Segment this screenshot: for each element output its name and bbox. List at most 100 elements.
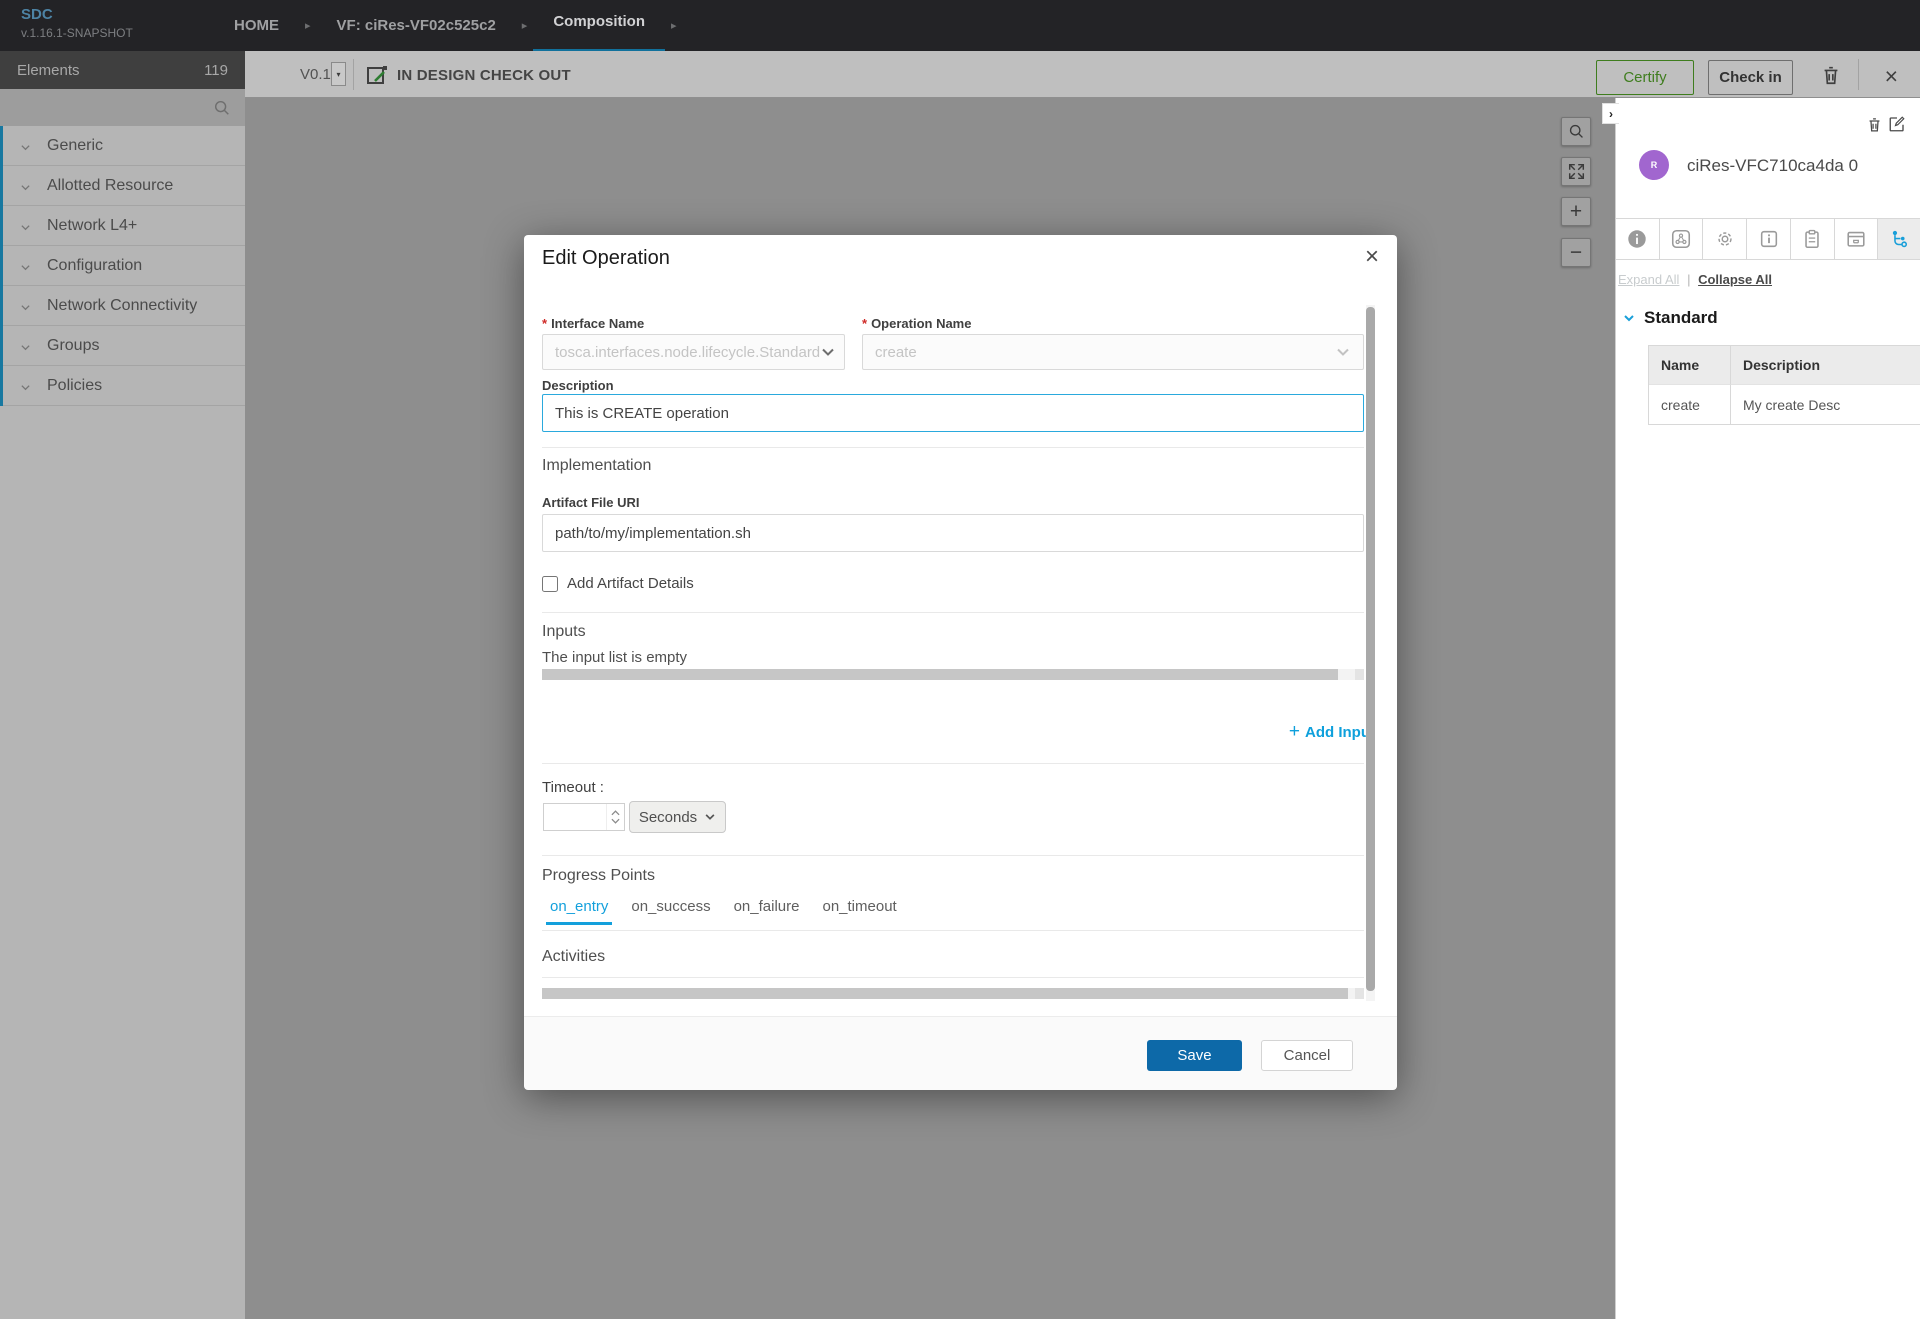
panel-tab-bar — [1616, 218, 1920, 260]
scrollbar-thumb[interactable] — [1366, 307, 1375, 991]
sidebar-accent-stripe — [0, 126, 3, 406]
app-header: SDC v.1.16.1-SNAPSHOT HOME ▸ VF: ciRes-V… — [0, 0, 1920, 51]
elements-count-badge: 119 — [204, 62, 228, 79]
tab-information-icon[interactable] — [1747, 219, 1791, 259]
add-artifact-details-label: Add Artifact Details — [567, 575, 694, 592]
certify-button[interactable]: Certify — [1596, 60, 1694, 95]
breadcrumb-composition[interactable]: Composition — [533, 0, 665, 53]
operation-name-select[interactable]: create — [862, 334, 1364, 370]
chevron-down-icon — [1335, 344, 1351, 360]
modal-close-icon[interactable]: × — [1365, 243, 1379, 271]
modal-vertical-scrollbar — [1366, 305, 1375, 1001]
chevron-down-icon — [20, 140, 31, 151]
divider — [542, 447, 1364, 448]
tab-settings-icon[interactable] — [1703, 219, 1747, 259]
panel-collapse-icon[interactable]: › — [1602, 103, 1619, 124]
component-delete-icon[interactable] — [1866, 116, 1883, 133]
modal-title: Edit Operation — [542, 247, 670, 270]
chevron-down-icon — [820, 344, 836, 360]
tab-on-success[interactable]: on_success — [627, 898, 714, 925]
add-input-link[interactable]: + Add Input — [1289, 721, 1375, 743]
plus-icon: + — [1289, 721, 1300, 743]
canvas-fullscreen-button[interactable] — [1561, 157, 1591, 186]
checkin-button[interactable]: Check in — [1708, 60, 1793, 95]
elements-title: Elements — [17, 62, 80, 79]
table-row[interactable]: create My create Desc — [1649, 384, 1920, 424]
component-details-panel: › R ciRes-VFC710ca4da 0 — [1615, 98, 1920, 1319]
operation-name-cell: create — [1649, 384, 1731, 424]
tab-requirements-icon[interactable] — [1791, 219, 1835, 259]
cancel-button[interactable]: Cancel — [1261, 1040, 1353, 1071]
composition-toolbar: V0.1 ▾ IN DESIGN CHECK OUT Certify Check… — [245, 51, 1920, 98]
tab-on-entry[interactable]: on_entry — [546, 898, 612, 925]
scrollbar-thumb[interactable] — [542, 669, 1338, 680]
canvas-zoom-in-button[interactable]: + — [1561, 197, 1591, 226]
artifact-uri-label: Artifact File URI — [542, 495, 640, 510]
scrollbar-thumb[interactable] — [542, 988, 1348, 999]
close-composition-icon[interactable]: × — [1885, 60, 1898, 92]
activities-horizontal-scrollbar — [542, 988, 1364, 999]
chevron-down-icon — [704, 811, 716, 823]
tab-info-icon[interactable] — [1616, 219, 1660, 259]
elements-header: Elements 119 — [0, 51, 245, 89]
component-edit-icon[interactable] — [1888, 115, 1906, 133]
timeout-input[interactable] — [544, 804, 606, 830]
app-version: v.1.16.1-SNAPSHOT — [21, 26, 133, 40]
sidebar-item-generic[interactable]: Generic — [0, 126, 245, 166]
elements-search-input[interactable] — [0, 89, 213, 126]
tab-on-timeout[interactable]: on_timeout — [818, 898, 900, 925]
chevron-down-icon — [1622, 311, 1636, 325]
interface-section-title: Standard — [1644, 308, 1718, 328]
expand-collapse-links: Expand All | Collapse All — [1618, 272, 1772, 287]
scrollbar-endcap — [1355, 988, 1364, 999]
elements-search — [0, 89, 245, 126]
interface-name-label: *Interface Name — [542, 315, 644, 333]
interface-name-select[interactable]: tosca.interfaces.node.lifecycle.Standard — [542, 334, 845, 370]
inputs-empty-text: The input list is empty — [542, 649, 687, 666]
description-input[interactable] — [542, 394, 1364, 432]
interface-section-header[interactable]: Standard — [1622, 308, 1718, 328]
sdc-composition-screen: SDC v.1.16.1-SNAPSHOT HOME ▸ VF: ciRes-V… — [0, 0, 1920, 1319]
chevron-down-icon — [20, 300, 31, 311]
canvas-zoom-out-button[interactable]: − — [1561, 238, 1591, 267]
artifact-uri-input[interactable] — [542, 514, 1364, 552]
element-category-list: Generic Allotted Resource Network L4+ Co… — [0, 126, 245, 406]
tab-operations-icon[interactable] — [1878, 219, 1920, 259]
sidebar-item-groups[interactable]: Groups — [0, 326, 245, 366]
tab-composition-artifacts-icon[interactable] — [1660, 219, 1704, 259]
save-button[interactable]: Save — [1147, 1040, 1242, 1071]
inputs-section-label: Inputs — [542, 623, 586, 641]
sidebar-item-network-l4[interactable]: Network L4+ — [0, 206, 245, 246]
delete-icon[interactable] — [1820, 64, 1842, 86]
version-dropdown[interactable]: ▾ — [331, 62, 346, 86]
add-artifact-details-checkbox[interactable] — [542, 576, 558, 592]
sidebar-item-configuration[interactable]: Configuration — [0, 246, 245, 286]
implementation-section-label: Implementation — [542, 457, 651, 475]
edit-operation-modal: Edit Operation × *Interface Name *Operat… — [524, 235, 1397, 1089]
sidebar-item-allotted-resource[interactable]: Allotted Resource — [0, 166, 245, 206]
elements-sidebar: Elements 119 Generic Allotted Resource — [0, 51, 245, 1319]
expand-all-link[interactable]: Expand All — [1618, 272, 1679, 287]
chevron-down-icon — [20, 260, 31, 271]
sidebar-item-policies[interactable]: Policies — [0, 366, 245, 406]
tab-on-failure[interactable]: on_failure — [730, 898, 804, 925]
chevron-down-icon — [20, 180, 31, 191]
tab-deployment-artifacts-icon[interactable] — [1835, 219, 1879, 259]
link-separator: | — [1683, 272, 1694, 287]
operation-name-label: *Operation Name — [862, 315, 971, 333]
column-header-description: Description — [1731, 346, 1920, 384]
timeout-stepper — [543, 803, 625, 831]
stepper-down-icon — [611, 818, 620, 824]
breadcrumb-vf[interactable]: VF: ciRes-VF02c525c2 — [317, 0, 516, 51]
breadcrumb-home[interactable]: HOME — [214, 0, 299, 51]
stepper-arrows[interactable] — [606, 804, 624, 830]
lifecycle-status-label: IN DESIGN CHECK OUT — [397, 67, 571, 84]
sidebar-item-network-connectivity[interactable]: Network Connectivity — [0, 286, 245, 326]
column-header-name: Name — [1649, 346, 1731, 384]
divider — [542, 612, 1364, 613]
canvas-search-button[interactable] — [1561, 117, 1591, 146]
app-logo: SDC — [21, 6, 53, 23]
collapse-all-link[interactable]: Collapse All — [1698, 272, 1772, 287]
timeout-unit-select[interactable]: Seconds — [629, 801, 726, 833]
divider — [542, 855, 1364, 856]
